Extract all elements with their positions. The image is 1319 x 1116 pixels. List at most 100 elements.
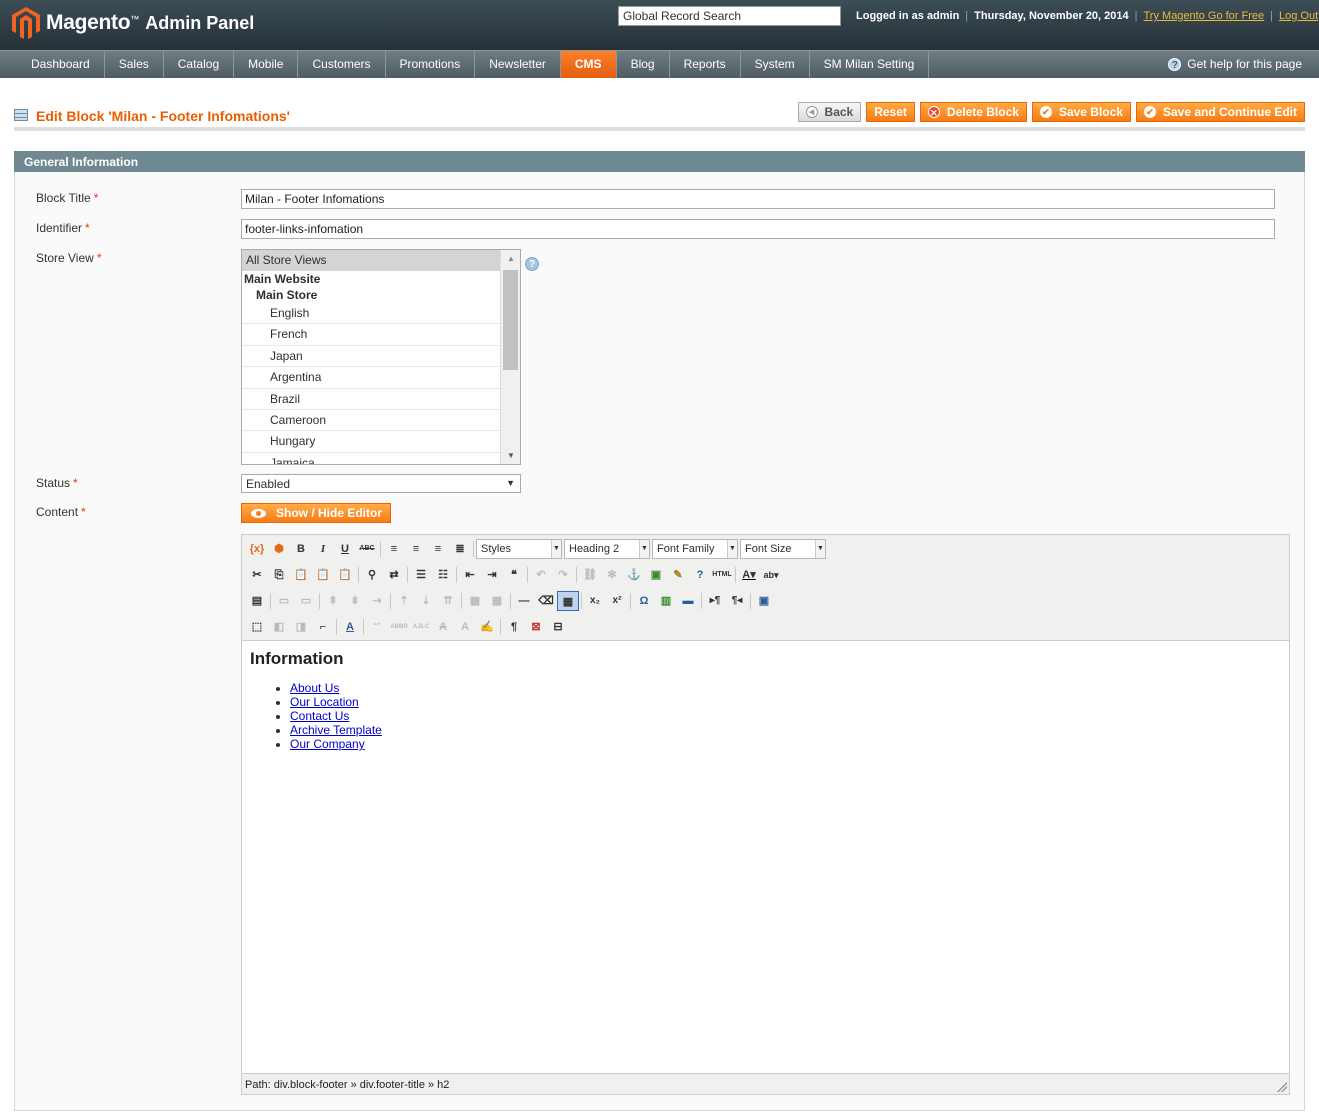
replace-icon[interactable]: ⇄ — [383, 565, 405, 585]
back-button[interactable]: ◀ Back — [797, 102, 862, 122]
block-title-input[interactable] — [241, 189, 1275, 209]
abbr-icon[interactable]: ABBR — [388, 617, 410, 637]
cut-icon[interactable]: ✂ — [246, 565, 268, 585]
highlight-color-icon[interactable]: ab▾ — [760, 565, 782, 585]
content-link-archive-template[interactable]: Archive Template — [290, 723, 382, 737]
superscript-icon[interactable]: x² — [606, 591, 628, 611]
page-break-icon[interactable]: ⊟ — [547, 617, 569, 637]
attributes-icon[interactable]: ✍ — [476, 617, 498, 637]
insert-row-before-icon[interactable]: ⇞ — [322, 591, 344, 611]
nav-reports[interactable]: Reports — [670, 51, 741, 78]
content-link-our-company[interactable]: Our Company — [290, 737, 365, 751]
image-icon[interactable]: ▣ — [645, 565, 667, 585]
nav-system[interactable]: System — [741, 51, 810, 78]
blockquote-icon[interactable]: ❝ — [503, 565, 525, 585]
cell-props-icon[interactable]: ▭ — [295, 591, 317, 611]
delete-block-button[interactable]: ✕ Delete Block — [919, 102, 1027, 122]
styles-dropdown[interactable]: Styles ▼ — [476, 539, 562, 559]
nav-sm-milan-setting[interactable]: SM Milan Setting — [810, 51, 930, 78]
nav-promotions[interactable]: Promotions — [386, 51, 476, 78]
outdent-icon[interactable]: ⇤ — [459, 565, 481, 585]
content-link-our-location[interactable]: Our Location — [290, 695, 359, 709]
anchor-icon[interactable]: ⚓ — [623, 565, 645, 585]
delete-row-icon[interactable]: ⇢ — [366, 591, 388, 611]
redo-icon[interactable]: ↷ — [552, 565, 574, 585]
nav-newsletter[interactable]: Newsletter — [475, 51, 561, 78]
indent-icon[interactable]: ⇥ — [481, 565, 503, 585]
insert-variable-icon[interactable]: {x} — [246, 539, 268, 559]
acronym-icon[interactable]: A.B.C — [410, 617, 432, 637]
store-option-brazil[interactable]: Brazil — [242, 389, 500, 410]
nav-blog[interactable]: Blog — [617, 51, 670, 78]
insert-col-after-icon[interactable]: ⇣ — [415, 591, 437, 611]
bullet-list-icon[interactable]: ☰ — [410, 565, 432, 585]
special-char-icon[interactable]: Ω — [633, 591, 655, 611]
reset-button[interactable]: Reset — [866, 102, 915, 122]
scroll-up-icon[interactable]: ▲ — [507, 254, 515, 263]
deletion-icon[interactable]: A — [432, 617, 454, 637]
cleanup-icon[interactable]: ✎ — [667, 565, 689, 585]
visual-aid-icon[interactable]: ▦ — [557, 591, 579, 611]
move-forward-icon[interactable]: ◧ — [268, 617, 290, 637]
insertion-icon[interactable]: A — [454, 617, 476, 637]
advanced-hr-icon[interactable]: ▬ — [677, 591, 699, 611]
store-option-all[interactable]: All Store Views — [242, 250, 500, 271]
try-magento-go-link[interactable]: Try Magento Go for Free — [1144, 10, 1265, 22]
store-option-french[interactable]: French — [242, 324, 500, 346]
store-option-jamaica[interactable]: Jamaica — [242, 453, 500, 464]
format-dropdown[interactable]: Heading 2 ▼ — [564, 539, 650, 559]
identifier-input[interactable] — [241, 219, 1275, 239]
help-link[interactable]: ? Get help for this page — [1168, 51, 1302, 78]
editor-content-area[interactable]: Information About Us Our Location Contac… — [242, 640, 1289, 1074]
cite-icon[interactable]: “” — [366, 617, 388, 637]
row-props-icon[interactable]: ▭ — [273, 591, 295, 611]
insert-row-after-icon[interactable]: ⇟ — [344, 591, 366, 611]
store-view-help-icon[interactable]: ? — [525, 257, 539, 271]
rtl-icon[interactable]: ¶◂ — [726, 591, 748, 611]
scroll-down-icon[interactable]: ▼ — [507, 451, 515, 460]
show-hide-editor-button[interactable]: Show / Hide Editor — [241, 503, 392, 523]
table-props-icon[interactable]: ▤ — [246, 591, 268, 611]
paste-word-icon[interactable]: 📋 — [334, 565, 356, 585]
ltr-icon[interactable]: ▸¶ — [704, 591, 726, 611]
help-icon[interactable]: ? — [689, 565, 711, 585]
align-justify-icon[interactable]: ≣ — [449, 539, 471, 559]
content-link-contact-us[interactable]: Contact Us — [290, 709, 349, 723]
font-family-dropdown[interactable]: Font Family ▼ — [652, 539, 738, 559]
remove-format-icon[interactable]: ⌫ — [535, 591, 557, 611]
fullscreen-icon[interactable]: ▣ — [753, 591, 775, 611]
html-source-icon[interactable]: HTML — [711, 565, 733, 585]
insert-layer-icon[interactable]: ⬚ — [246, 617, 268, 637]
store-option-hungary[interactable]: Hungary — [242, 431, 500, 453]
link-icon[interactable]: ⛓ — [579, 565, 601, 585]
absolute-position-icon[interactable]: ⌐ — [312, 617, 334, 637]
global-search-input[interactable] — [618, 6, 841, 26]
align-right-icon[interactable]: ≡ — [427, 539, 449, 559]
store-list-scrollbar[interactable]: ▲ ▼ — [500, 250, 520, 464]
text-color-icon[interactable]: A▾ — [738, 565, 760, 585]
insert-col-before-icon[interactable]: ⇡ — [393, 591, 415, 611]
subscript-icon[interactable]: x₂ — [584, 591, 606, 611]
status-select[interactable]: Enabled ▼ — [241, 474, 521, 493]
style-props-icon[interactable]: A — [339, 617, 361, 637]
paste-text-icon[interactable]: 📋 — [312, 565, 334, 585]
nav-catalog[interactable]: Catalog — [164, 51, 235, 78]
align-left-icon[interactable]: ≡ — [383, 539, 405, 559]
logout-link[interactable]: Log Out — [1279, 10, 1318, 22]
nav-sales[interactable]: Sales — [105, 51, 164, 78]
delete-col-icon[interactable]: ⇈ — [437, 591, 459, 611]
bold-icon[interactable]: B — [290, 539, 312, 559]
font-size-dropdown[interactable]: Font Size ▼ — [740, 539, 826, 559]
content-link-about-us[interactable]: About Us — [290, 681, 339, 695]
split-cells-icon[interactable]: ▦ — [464, 591, 486, 611]
store-option-argentina[interactable]: Argentina — [242, 367, 500, 389]
magento-logo[interactable]: Magento ™ Admin Panel — [12, 7, 254, 39]
copy-icon[interactable]: ⎘ — [268, 565, 290, 585]
store-option-cameroon[interactable]: Cameroon — [242, 410, 500, 432]
unlink-icon[interactable]: ✻ — [601, 565, 623, 585]
horizontal-rule-icon[interactable]: — — [513, 591, 535, 611]
italic-icon[interactable]: I — [312, 539, 334, 559]
paste-icon[interactable]: 📋 — [290, 565, 312, 585]
nonbreaking-icon[interactable]: ⊠ — [525, 617, 547, 637]
nav-dashboard[interactable]: Dashboard — [17, 51, 105, 78]
